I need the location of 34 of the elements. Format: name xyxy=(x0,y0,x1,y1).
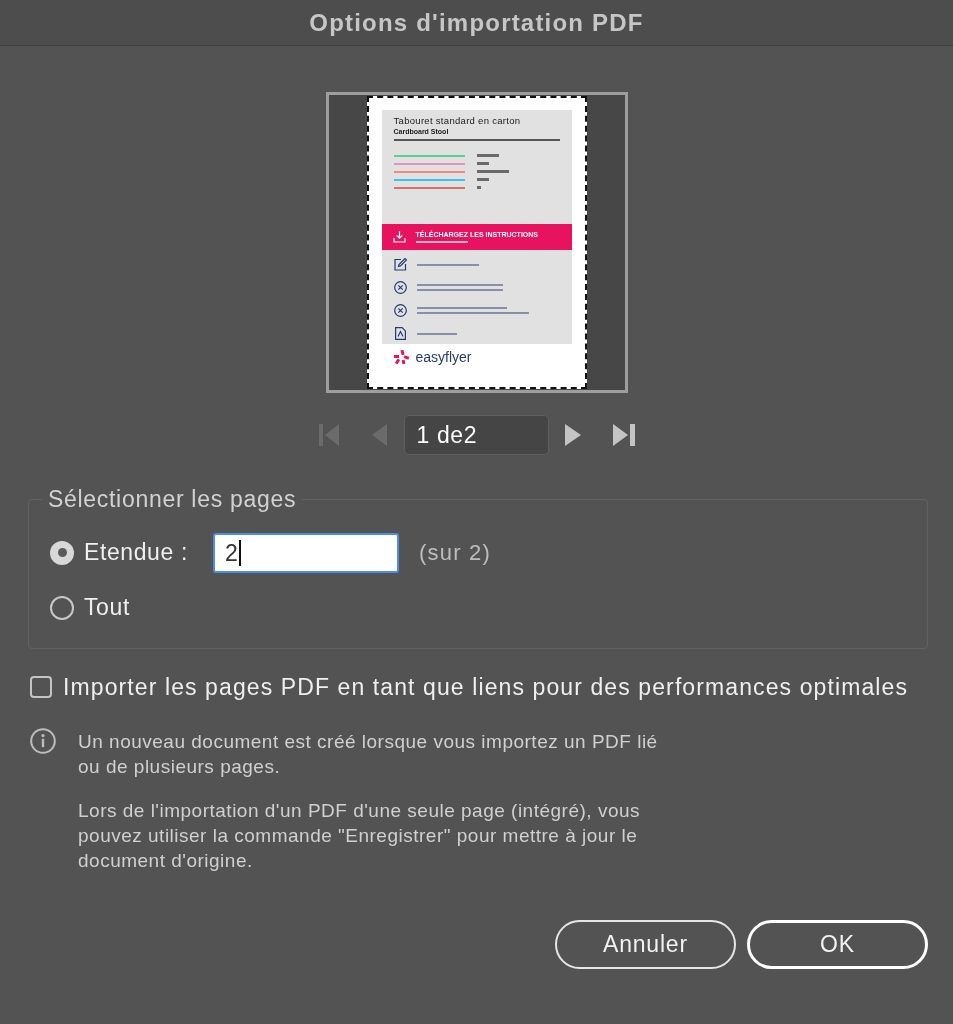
radio-button[interactable] xyxy=(50,595,74,620)
radio-button[interactable] xyxy=(50,540,74,565)
checkbox-label: Importer les pages PDF en tant que liens pour des performances optimales xyxy=(63,673,908,702)
page-count-note: (sur 2) xyxy=(419,539,491,567)
next-icon[interactable] xyxy=(564,424,581,446)
illegible-text-drawing xyxy=(416,263,479,266)
info-paragraph: Un nouveau document est créé lorsque vous importez un PDF lié ou de plusieurs pages. xyxy=(78,729,659,779)
download-icon xyxy=(392,230,406,243)
illegible-text-drawing xyxy=(415,240,468,243)
circle-x-icon xyxy=(393,304,407,317)
pencil-square-icon xyxy=(393,258,407,271)
page-number-field[interactable]: 1 de2 xyxy=(403,415,549,455)
document-title: Tabouret standard en carton xyxy=(393,115,521,127)
ok-button[interactable]: OK xyxy=(747,920,928,969)
info-icon xyxy=(30,727,56,754)
illegible-text-drawing xyxy=(476,154,499,157)
checkbox[interactable] xyxy=(30,676,52,699)
logo-mark-icon xyxy=(393,350,410,364)
illegible-text-drawing xyxy=(476,186,481,189)
cancel-button[interactable]: Annuler xyxy=(555,920,736,969)
illegible-text-drawing xyxy=(476,170,509,173)
document-icon xyxy=(394,327,406,340)
range-input-field[interactable]: 2 xyxy=(213,532,399,573)
brand-logo-text: easyflyer xyxy=(415,349,472,365)
illegible-text-drawing xyxy=(416,332,457,335)
skip-to-last-icon[interactable] xyxy=(612,424,635,446)
window-title: Options d'importation PDF xyxy=(309,7,644,38)
info-paragraph: Lors de l'importation d'un PDF d'une seule page (intégré), vous pouvez utiliser la commande "Enregistrer" pour mettre à jour le document d'origine. xyxy=(78,798,641,873)
illegible-text-drawing xyxy=(476,162,489,165)
radio-label: Tout xyxy=(84,593,130,623)
circle-x-icon xyxy=(393,281,407,294)
illegible-text-drawing xyxy=(476,178,489,181)
radio-label: Etendue : xyxy=(84,538,188,568)
group-label: Sélectionner les pages xyxy=(47,485,298,514)
